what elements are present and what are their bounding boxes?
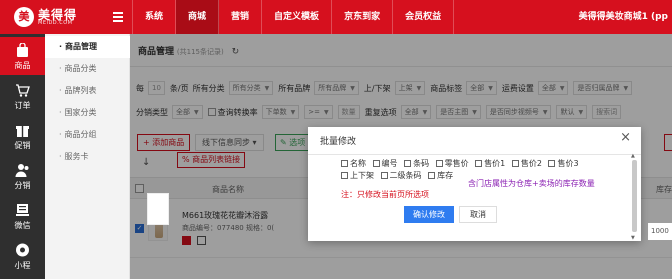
submenu-item-goods-category[interactable]: 商品分类 bbox=[45, 58, 130, 80]
modal-scrollbar[interactable]: ▲ ▼ bbox=[631, 153, 637, 241]
close-icon[interactable]: × bbox=[620, 130, 631, 145]
sidebar-item-promotion[interactable]: 促销 bbox=[0, 117, 45, 155]
scroll-up-icon[interactable]: ▲ bbox=[631, 153, 635, 159]
top-bar: 美 美得得 MEIDD.COM 系统 商城 营销 自定义模板 京东到家 会员权益… bbox=[0, 0, 672, 34]
menu-toggle-icon[interactable] bbox=[113, 12, 123, 22]
sidebar-label: 分销 bbox=[14, 181, 31, 190]
cart-icon bbox=[16, 84, 30, 97]
sidebar-label: 小程 bbox=[14, 261, 31, 270]
logo-subtitle: MEIDD.COM bbox=[38, 20, 73, 26]
scroll-down-icon[interactable]: ▼ bbox=[631, 235, 635, 241]
checkbox[interactable] bbox=[475, 160, 483, 167]
option-label: 名称 bbox=[350, 159, 366, 168]
option-label: 编号 bbox=[381, 159, 398, 168]
checkbox[interactable] bbox=[341, 160, 348, 167]
brand-logo[interactable]: 美 美得得 MEIDD.COM bbox=[14, 6, 104, 28]
modal-divider bbox=[308, 154, 641, 155]
top-nav-custom-template[interactable]: 自定义模板 bbox=[262, 0, 333, 34]
checkbox[interactable] bbox=[511, 160, 519, 167]
submenu-item-service-card[interactable]: 服务卡 bbox=[45, 146, 130, 168]
sidebar-item-wechat[interactable]: 微信 bbox=[0, 197, 45, 235]
batch-edit-modal: 批量修改 × 名称 编号 条码 零售价 售价1 售价2 售价3 上下架 二级条码… bbox=[308, 127, 641, 241]
option-listing[interactable]: 上下架 bbox=[341, 170, 374, 182]
submenu-item-goods-management[interactable]: 商品管理 bbox=[45, 36, 130, 58]
scrollbar-thumb[interactable] bbox=[632, 160, 637, 232]
product-thumbnail-highlight bbox=[147, 193, 169, 225]
cancel-button[interactable]: 取消 bbox=[459, 206, 497, 223]
sidebar-label: 商品 bbox=[14, 61, 31, 70]
scope-note: 注：只修改当前页所选项 bbox=[341, 190, 429, 199]
option-price-3[interactable]: 售价3 bbox=[548, 158, 579, 170]
checkbox[interactable] bbox=[435, 160, 443, 167]
submenu-item-goods-group[interactable]: 商品分组 bbox=[45, 124, 130, 146]
miniapp-icon bbox=[16, 243, 29, 257]
option-label: 售价3 bbox=[557, 159, 579, 168]
option-secondary-barcode[interactable]: 二级条码 bbox=[380, 170, 422, 182]
option-label: 售价2 bbox=[520, 159, 542, 168]
checkbox[interactable] bbox=[404, 160, 412, 167]
checkbox[interactable] bbox=[380, 172, 388, 179]
sidebar-item-miniapp[interactable]: 小程 bbox=[0, 237, 45, 275]
sidebar-item-distribution[interactable]: 分销 bbox=[0, 157, 45, 195]
option-code[interactable]: 编号 bbox=[372, 158, 398, 170]
wechat-icon bbox=[16, 204, 29, 216]
option-name[interactable]: 名称 bbox=[341, 158, 366, 170]
checkbox[interactable] bbox=[548, 160, 556, 167]
users-icon bbox=[15, 164, 29, 177]
checkbox[interactable] bbox=[428, 172, 436, 179]
sidebar-label: 订单 bbox=[14, 101, 31, 110]
user-store-name[interactable]: 美得得美妆商城1 (pp bbox=[579, 0, 668, 34]
logo-badge: 美 bbox=[14, 7, 34, 27]
checkbox[interactable] bbox=[341, 172, 348, 179]
checkbox[interactable] bbox=[372, 160, 380, 167]
top-nav-member-benefits[interactable]: 会员权益 bbox=[393, 0, 455, 34]
modal-title: 批量修改 bbox=[320, 137, 357, 147]
sidebar-label: 促销 bbox=[14, 141, 31, 150]
sidebar-item-orders[interactable]: 订单 bbox=[0, 77, 45, 115]
submenu-item-brand-list[interactable]: 品牌列表 bbox=[45, 80, 130, 102]
sidebar-label: 微信 bbox=[14, 221, 31, 230]
option-label: 二级条码 bbox=[389, 171, 422, 180]
top-nav-mall[interactable]: 商城 bbox=[176, 0, 220, 34]
option-label: 零售价 bbox=[444, 159, 469, 168]
top-nav-system[interactable]: 系统 bbox=[132, 0, 177, 34]
top-nav: 系统 商城 营销 自定义模板 京东到家 会员权益 bbox=[132, 0, 455, 34]
option-stock[interactable]: 库存 bbox=[428, 170, 453, 182]
option-price-1[interactable]: 售价1 bbox=[475, 158, 505, 170]
bag-icon bbox=[17, 43, 28, 57]
option-label: 售价1 bbox=[484, 159, 506, 168]
gift-icon bbox=[16, 126, 29, 137]
stock-note: 含门店属性为仓库+卖场的库存数量 bbox=[468, 179, 595, 188]
sidebar: 商品 订单 促销 分销 微信 小程 bbox=[0, 34, 45, 279]
submenu-item-country-category[interactable]: 国家分类 bbox=[45, 102, 130, 124]
option-label: 库存 bbox=[437, 171, 454, 180]
option-retail-price[interactable]: 零售价 bbox=[435, 158, 469, 170]
confirm-button[interactable]: 确认修改 bbox=[404, 206, 454, 223]
option-barcode[interactable]: 条码 bbox=[404, 158, 429, 170]
top-nav-marketing[interactable]: 营销 bbox=[219, 0, 263, 34]
sidebar-item-goods[interactable]: 商品 bbox=[0, 37, 45, 75]
sub-menu: 商品管理 商品分类 品牌列表 国家分类 商品分组 服务卡 bbox=[45, 34, 130, 279]
option-label: 条码 bbox=[413, 159, 430, 168]
top-nav-jd-daojia[interactable]: 京东到家 bbox=[332, 0, 394, 34]
option-price-2[interactable]: 售价2 bbox=[511, 158, 542, 170]
option-label: 上下架 bbox=[350, 171, 374, 180]
stock-value-highlight: 1000 bbox=[648, 223, 672, 240]
